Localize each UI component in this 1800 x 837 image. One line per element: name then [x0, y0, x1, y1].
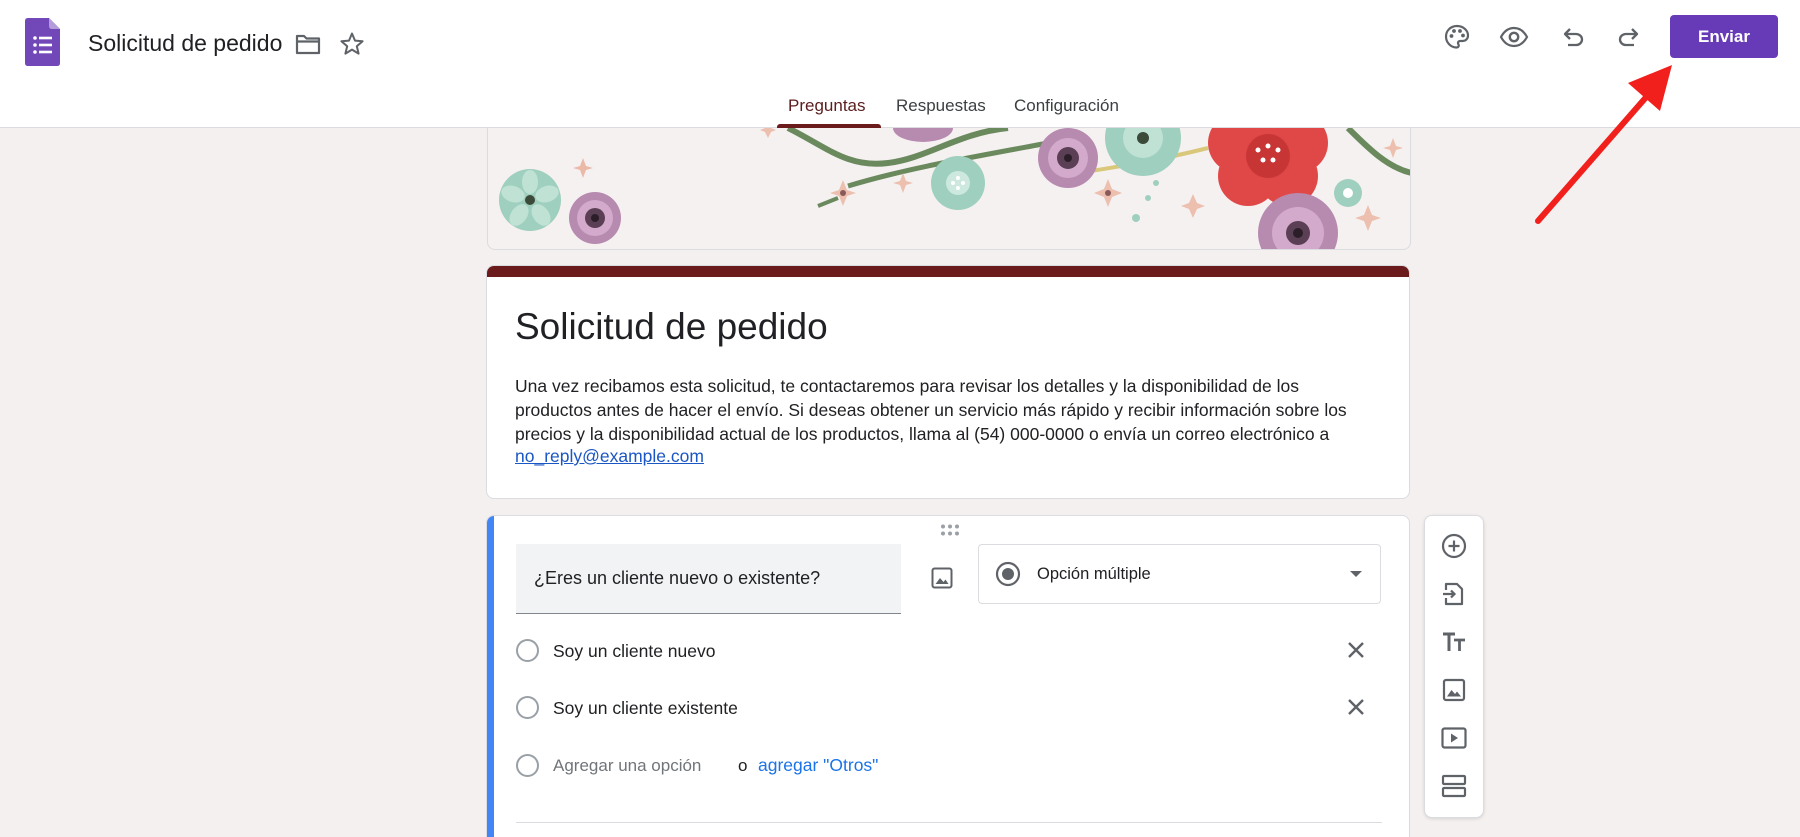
redo-icon[interactable] — [1614, 22, 1644, 52]
close-icon[interactable] — [1343, 637, 1369, 663]
close-icon[interactable] — [1343, 694, 1369, 720]
floral-illustration — [499, 128, 1410, 249]
send-button[interactable]: Enviar — [1670, 15, 1778, 58]
list-item[interactable]: Soy un cliente existente — [516, 692, 1376, 722]
add-video-icon[interactable] — [1437, 721, 1471, 755]
add-other-button[interactable]: agregar "Otros" — [758, 755, 878, 776]
add-image-icon[interactable] — [924, 560, 960, 596]
drag-handle-icon[interactable] — [939, 523, 961, 537]
list-item[interactable]: Soy un cliente nuevo — [516, 635, 1376, 665]
add-option-button[interactable]: Agregar una opción — [553, 756, 701, 776]
question-card[interactable]: Opción múltiple Soy un cliente nuevo Soy… — [486, 515, 1410, 837]
palette-icon[interactable] — [1442, 22, 1472, 52]
document-title[interactable]: Solicitud de pedido — [88, 30, 282, 57]
top-bar: Solicitud de pedido Enviar — [0, 0, 1800, 88]
option-label[interactable]: Soy un cliente existente — [553, 698, 738, 719]
radio-button — [516, 754, 539, 777]
option-label[interactable]: Soy un cliente nuevo — [553, 641, 715, 662]
add-section-icon[interactable] — [1437, 769, 1471, 803]
eye-icon[interactable] — [1499, 22, 1529, 52]
floating-toolbar — [1424, 515, 1484, 818]
header-banner-image — [487, 128, 1411, 250]
form-description[interactable]: Una vez recibamos esta solicitud, te con… — [515, 374, 1375, 446]
star-icon[interactable] — [337, 29, 367, 59]
question-title-input[interactable] — [516, 544, 901, 614]
app-header: Solicitud de pedido Enviar Preguntas Res… — [0, 0, 1800, 128]
radio-button — [516, 696, 539, 719]
undo-icon[interactable] — [1558, 22, 1588, 52]
add-image-icon[interactable] — [1437, 673, 1471, 707]
tab-responses[interactable]: Respuestas — [896, 96, 986, 128]
tab-settings[interactable]: Configuración — [1014, 96, 1119, 128]
theme-accent-bar — [487, 266, 1409, 277]
dropdown-arrow-icon — [1350, 571, 1362, 577]
folder-icon[interactable] — [293, 29, 323, 59]
email-link[interactable]: no_reply@example.com — [515, 446, 704, 467]
add-option-row: Agregar una opción o agregar "Otros" — [516, 750, 1376, 780]
add-title-icon[interactable] — [1437, 625, 1471, 659]
tab-bar: Preguntas Respuestas Configuración — [0, 88, 1800, 128]
form-title[interactable]: Solicitud de pedido — [515, 306, 828, 348]
form-title-card[interactable]: Solicitud de pedido Una vez recibamos es… — [486, 265, 1410, 499]
question-type-dropdown[interactable]: Opción múltiple — [978, 544, 1381, 604]
divider — [516, 822, 1382, 823]
add-question-icon[interactable] — [1437, 529, 1471, 563]
forms-logo-icon[interactable] — [25, 18, 60, 66]
radio-button — [516, 639, 539, 662]
question-type-label: Opción múltiple — [1037, 565, 1151, 583]
active-question-indicator — [487, 516, 494, 837]
or-separator: o — [738, 756, 748, 775]
import-questions-icon[interactable] — [1437, 577, 1471, 611]
radio-checked-icon — [995, 561, 1021, 587]
